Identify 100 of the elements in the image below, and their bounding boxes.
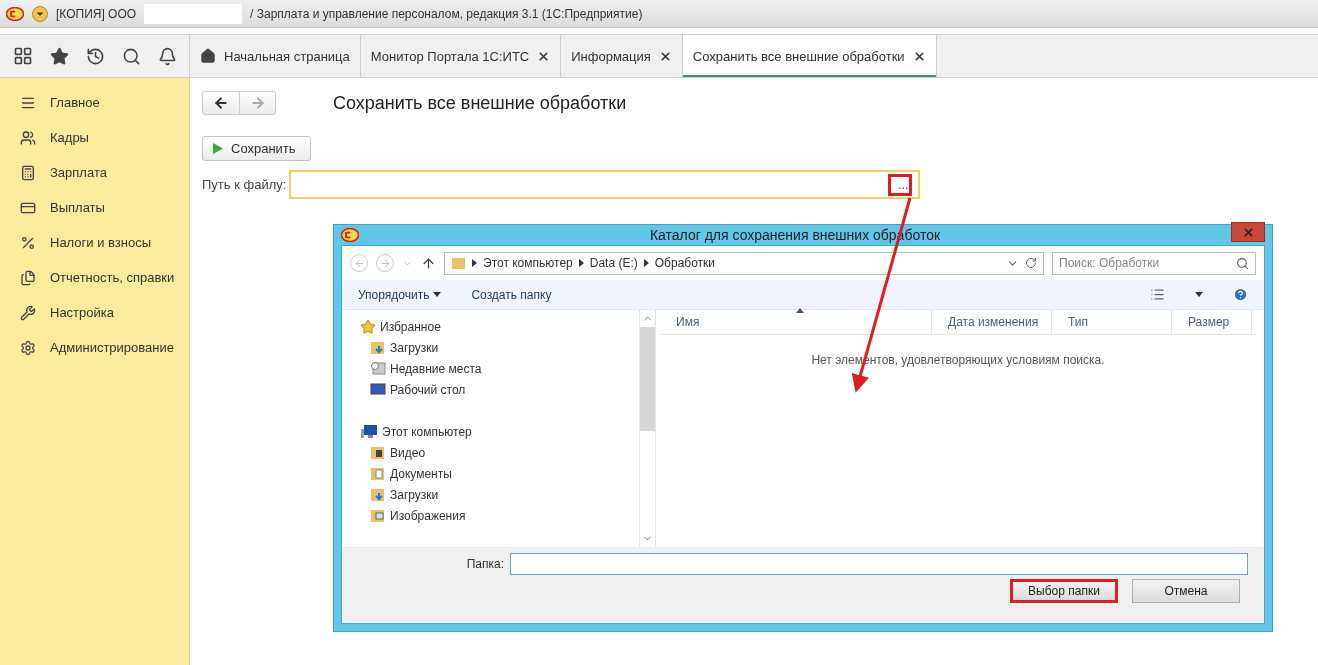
field-label: Путь к файлу: — [202, 177, 287, 192]
video-folder-icon — [370, 445, 386, 460]
window-title: [КОПИЯ] ООО — [56, 6, 137, 21]
folder-icon — [451, 256, 466, 270]
search-icon[interactable] — [121, 46, 141, 66]
desktop-icon — [370, 382, 386, 397]
search-icon — [1236, 256, 1249, 270]
folder-input[interactable] — [510, 553, 1248, 575]
sidebar-label: Администрирование — [50, 340, 174, 355]
page-title: Сохранить все внешние обработки — [333, 92, 627, 114]
column-header[interactable]: Дата изменения — [932, 310, 1052, 334]
sidebar-item[interactable]: Налоги и взносы — [0, 225, 189, 260]
close-button[interactable] — [1231, 222, 1265, 242]
admin-icon — [20, 339, 36, 356]
tree-item[interactable]: Этот компьютер — [360, 421, 639, 442]
sidebar-item[interactable]: Зарплата — [0, 155, 189, 190]
tree-label: Загрузки — [390, 340, 439, 355]
tab[interactable]: Сохранить все внешние обработки — [682, 35, 937, 77]
column-header[interactable]: Размер — [1172, 310, 1252, 334]
breadcrumb[interactable]: Обработки — [654, 256, 716, 270]
command-button[interactable]: Создать папку — [471, 287, 552, 302]
sidebar-label: Отчетность, справки — [50, 270, 175, 285]
breadcrumb[interactable]: Этот компьютер — [483, 256, 573, 270]
sidebar-label: Кадры — [50, 130, 89, 145]
tree-label: Документы — [390, 466, 452, 481]
star-icon — [360, 318, 376, 335]
dialog-button[interactable]: Отмена — [1132, 579, 1240, 603]
sidebar-label: Выплаты — [50, 200, 105, 215]
tree-label: Этот компьютер — [382, 424, 472, 439]
pictures-folder-icon — [370, 508, 386, 523]
sidebar-item[interactable]: Администрирование — [0, 330, 189, 365]
dropdown-icon[interactable] — [32, 5, 48, 22]
up-icon[interactable] — [421, 255, 436, 271]
salary-icon — [20, 164, 36, 181]
tree-label: Избранное — [380, 319, 441, 334]
view-options-icon[interactable] — [1150, 287, 1165, 302]
downloads-folder-icon — [370, 487, 386, 502]
sidebar-label: Налоги и взносы — [50, 235, 152, 250]
window-title: / Зарплата и управление персоналом, редакция 3.1 (1С:Предприятие) — [250, 6, 643, 21]
sidebar-item[interactable]: Главное — [0, 85, 189, 120]
chevron-icon — [643, 259, 649, 267]
search-placeholder: Поиск: Обработки — [1059, 256, 1160, 270]
staff-icon — [20, 129, 36, 146]
save-button[interactable]: Сохранить — [202, 136, 311, 161]
tab-label: Информация — [571, 48, 651, 64]
app-logo-icon — [341, 228, 359, 242]
close-icon[interactable] — [658, 49, 672, 63]
history-icon[interactable] — [85, 46, 105, 66]
tab[interactable]: Начальная страница — [190, 35, 361, 77]
close-icon — [1241, 225, 1255, 239]
sidebar-label: Зарплата — [50, 165, 107, 180]
forward-arrow-icon — [379, 257, 391, 269]
tree-label: Рабочий стол — [390, 382, 466, 397]
computer-icon — [360, 424, 378, 439]
tree-item[interactable]: Видео — [360, 442, 639, 463]
sidebar-item[interactable]: Настройка — [0, 295, 189, 330]
tree-item[interactable]: Рабочий стол — [360, 379, 639, 400]
column-header[interactable]: Тип — [1052, 310, 1172, 334]
search-field[interactable]: Поиск: Обработки — [1052, 251, 1256, 275]
scroll-thumb[interactable] — [640, 327, 655, 431]
tree-item[interactable]: Изображения — [360, 505, 639, 526]
recent-places-icon — [370, 361, 386, 376]
sidebar-label: Главное — [50, 95, 100, 110]
caret-icon[interactable] — [1195, 292, 1203, 297]
address-bar[interactable]: Этот компьютер Data (E:) Обработки — [444, 251, 1044, 275]
forward-arrow-icon — [249, 95, 266, 111]
sidebar-item[interactable]: Выплаты — [0, 190, 189, 225]
star-icon[interactable] — [49, 46, 69, 66]
chevron-icon — [578, 259, 584, 267]
sidebar-item[interactable]: Кадры — [0, 120, 189, 155]
dialog-button[interactable]: Выбор папки — [1010, 579, 1118, 603]
tab[interactable]: Монитор Портала 1С:ИТС — [360, 35, 562, 77]
tree-item[interactable]: Недавние места — [360, 358, 639, 379]
scrollbar[interactable] — [639, 310, 656, 547]
documents-folder-icon — [370, 466, 386, 481]
tree-label: Видео — [390, 445, 426, 460]
browse-button[interactable]: ... — [888, 173, 913, 196]
home-icon — [200, 48, 216, 64]
play-icon — [213, 143, 223, 154]
command-button[interactable]: Упорядочить — [358, 287, 442, 302]
caret-icon — [433, 292, 442, 297]
sidebar-item[interactable]: Отчетность, справки — [0, 260, 189, 295]
tree-item[interactable]: Загрузки — [360, 484, 639, 505]
tree-item[interactable]: Загрузки — [360, 337, 639, 358]
path-field[interactable]: ... — [289, 170, 921, 199]
tree-label: Загрузки — [390, 487, 439, 502]
refresh-icon[interactable] — [1025, 257, 1037, 269]
help-icon[interactable] — [1233, 287, 1248, 302]
bell-icon[interactable] — [157, 46, 177, 66]
settings-icon — [20, 304, 36, 321]
close-icon[interactable] — [912, 49, 926, 63]
tab[interactable]: Информация — [561, 35, 683, 77]
apps-grid-icon[interactable] — [12, 46, 33, 66]
breadcrumb[interactable]: Data (E:) — [589, 256, 638, 270]
tab-label: Начальная страница — [224, 48, 350, 64]
tree-item[interactable]: Избранное — [360, 316, 639, 337]
column-header[interactable]: Имя — [660, 310, 932, 334]
tree-item[interactable]: Документы — [360, 463, 639, 484]
tab-label: Монитор Портала 1С:ИТС — [370, 48, 530, 64]
back-arrow-icon — [353, 257, 365, 269]
